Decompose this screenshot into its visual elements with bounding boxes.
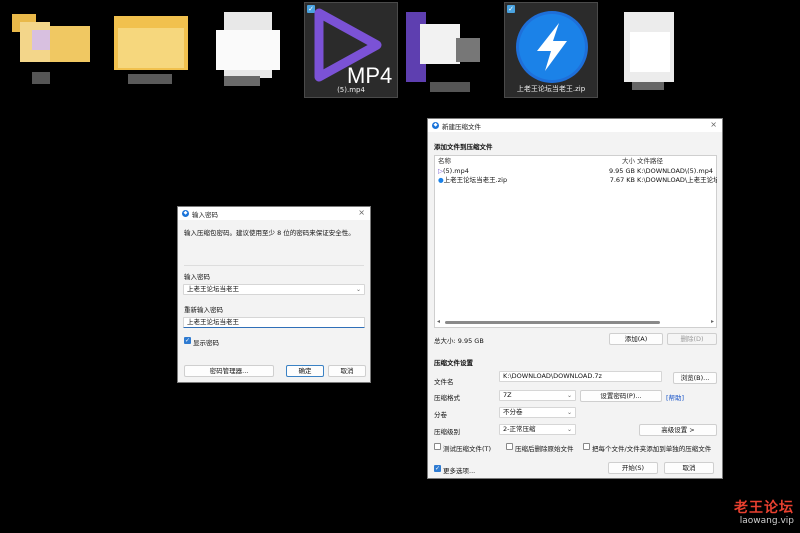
desktop-item-label: (5).mp4 [337,86,365,94]
delete-after-checkbox[interactable] [506,443,513,450]
dialog-title: 新建压缩文件 [442,122,481,131]
desktop-item-zip[interactable]: ✓ 上老王论坛当老王.zip [504,2,598,98]
total-size: 总大小: 9.95 GB [434,337,484,345]
desktop-item-mp4[interactable]: ✓ MP4 (5).mp4 [304,2,398,98]
desktop-item-label: 上老王论坛当老王.zip [516,85,586,93]
delete-button[interactable]: 删除(D) [667,333,717,345]
file-list-header: 名称 大小 文件路径 [435,157,716,166]
file-row[interactable]: ▷(5).mp4 9.95 GB K:\DOWNLOAD\(5).mp4 [435,167,716,176]
file-list[interactable]: 名称 大小 文件路径 ▷(5).mp4 9.95 GB K:\DOWNLOAD\… [434,155,717,328]
dialog-title: 输入密码 [192,210,218,219]
desktop-item-file-1[interactable] [204,2,298,98]
zip-file-icon [516,11,588,83]
app-icon: ◆ [182,210,189,217]
column-header-path[interactable]: 文件路径 [637,157,717,166]
volume-label: 分卷 [434,411,447,419]
column-header-size[interactable]: 大小 [595,157,635,166]
instruction-text: 输入压缩包密码。建议使用至少 8 位的密码来保证安全性。 [184,229,355,237]
desktop-item-file-2[interactable] [400,2,494,98]
settings-section-title: 压缩文件设置 [434,359,473,367]
level-label: 压缩级别 [434,428,460,436]
advanced-settings-button[interactable]: 高级设置 > [639,424,717,436]
set-password-button[interactable]: 设置密码(P)... [580,390,662,402]
level-select[interactable]: 2-正常压缩 ⌄ [499,424,576,435]
show-password-checkbox[interactable]: ✓ [184,337,191,344]
enter-password-label: 输入密码 [184,273,210,281]
cancel-button[interactable]: 取消 [664,462,714,474]
chevron-down-icon[interactable]: ⌄ [567,425,572,434]
watermark-url: laowang.vip [739,516,794,526]
more-options-label[interactable]: 更多选项... [443,465,475,475]
start-button[interactable]: 开始(S) [608,462,658,474]
chevron-down-icon[interactable]: ⌄ [567,408,572,417]
archive-dialog: ◆ 新建压缩文件 × 添加文件到压缩文件 名称 大小 文件路径 ▷(5).mp4… [427,118,723,479]
test-archive-label: 测试压缩文件(T) [443,445,492,453]
chevron-down-icon[interactable]: ⌄ [356,285,361,294]
chevron-down-icon[interactable]: ⌄ [567,391,572,400]
separate-archives-label: 把每个文件/文件夹添加到单独的压缩文件 [592,445,712,453]
file-row[interactable]: ●上老王论坛当老王.zip 7.67 KB K:\DOWNLOAD\上老王论坛 [435,176,717,185]
test-archive-checkbox[interactable] [434,443,441,450]
reenter-password-input[interactable]: 上老王论坛当老王 [183,317,365,328]
format-select[interactable]: 7Z ⌄ [499,390,576,401]
add-files-section-title: 添加文件到压缩文件 [434,143,493,151]
more-options-checkbox[interactable]: ✓ [434,465,441,472]
volume-select[interactable]: 不分卷 ⌄ [499,407,576,418]
separate-archives-checkbox[interactable] [583,443,590,450]
browse-button[interactable]: 浏览(B)... [673,372,717,384]
add-button[interactable]: 添加(A) [609,333,663,345]
watermark-logo: 老王论坛 [734,500,794,516]
divider [184,265,364,266]
scroll-left-icon[interactable]: ◂ [437,318,440,325]
horizontal-scrollbar[interactable]: ◂ ▸ [437,318,714,325]
enter-password-input[interactable]: 上老王论坛当老王 ⌄ [183,284,365,295]
titlebar[interactable]: ◆ 新建压缩文件 × [428,119,722,132]
filename-input[interactable]: K:\DOWNLOAD\DOWNLOAD.7z [499,371,662,382]
help-link[interactable]: [帮助] [666,392,684,402]
ok-button[interactable]: 确定 [286,365,324,377]
close-icon[interactable]: × [358,208,365,217]
column-header-name[interactable]: 名称 [438,157,451,166]
desktop-item-file-3[interactable] [610,2,704,98]
scroll-right-icon[interactable]: ▸ [711,318,714,325]
desktop-item-folder-2[interactable] [106,2,200,98]
cancel-button[interactable]: 取消 [328,365,366,377]
desktop-item-folder-1[interactable] [2,2,96,98]
password-dialog: ◆ 输入密码 × 输入压缩包密码。建议使用至少 8 位的密码来保证安全性。 输入… [177,206,371,383]
app-icon: ◆ [432,122,439,129]
password-manager-button[interactable]: 密码管理器... [184,365,274,377]
reenter-password-label: 重新输入密码 [184,306,223,314]
close-icon[interactable]: × [710,120,717,129]
format-label: 压缩格式 [434,394,460,402]
scrollbar-thumb[interactable] [445,321,660,324]
show-password-label: 显示密码 [193,339,219,347]
titlebar[interactable]: ◆ 输入密码 × [178,207,370,220]
filename-label: 文件名 [434,378,454,386]
delete-after-label: 压缩后删除原始文件 [515,445,574,453]
